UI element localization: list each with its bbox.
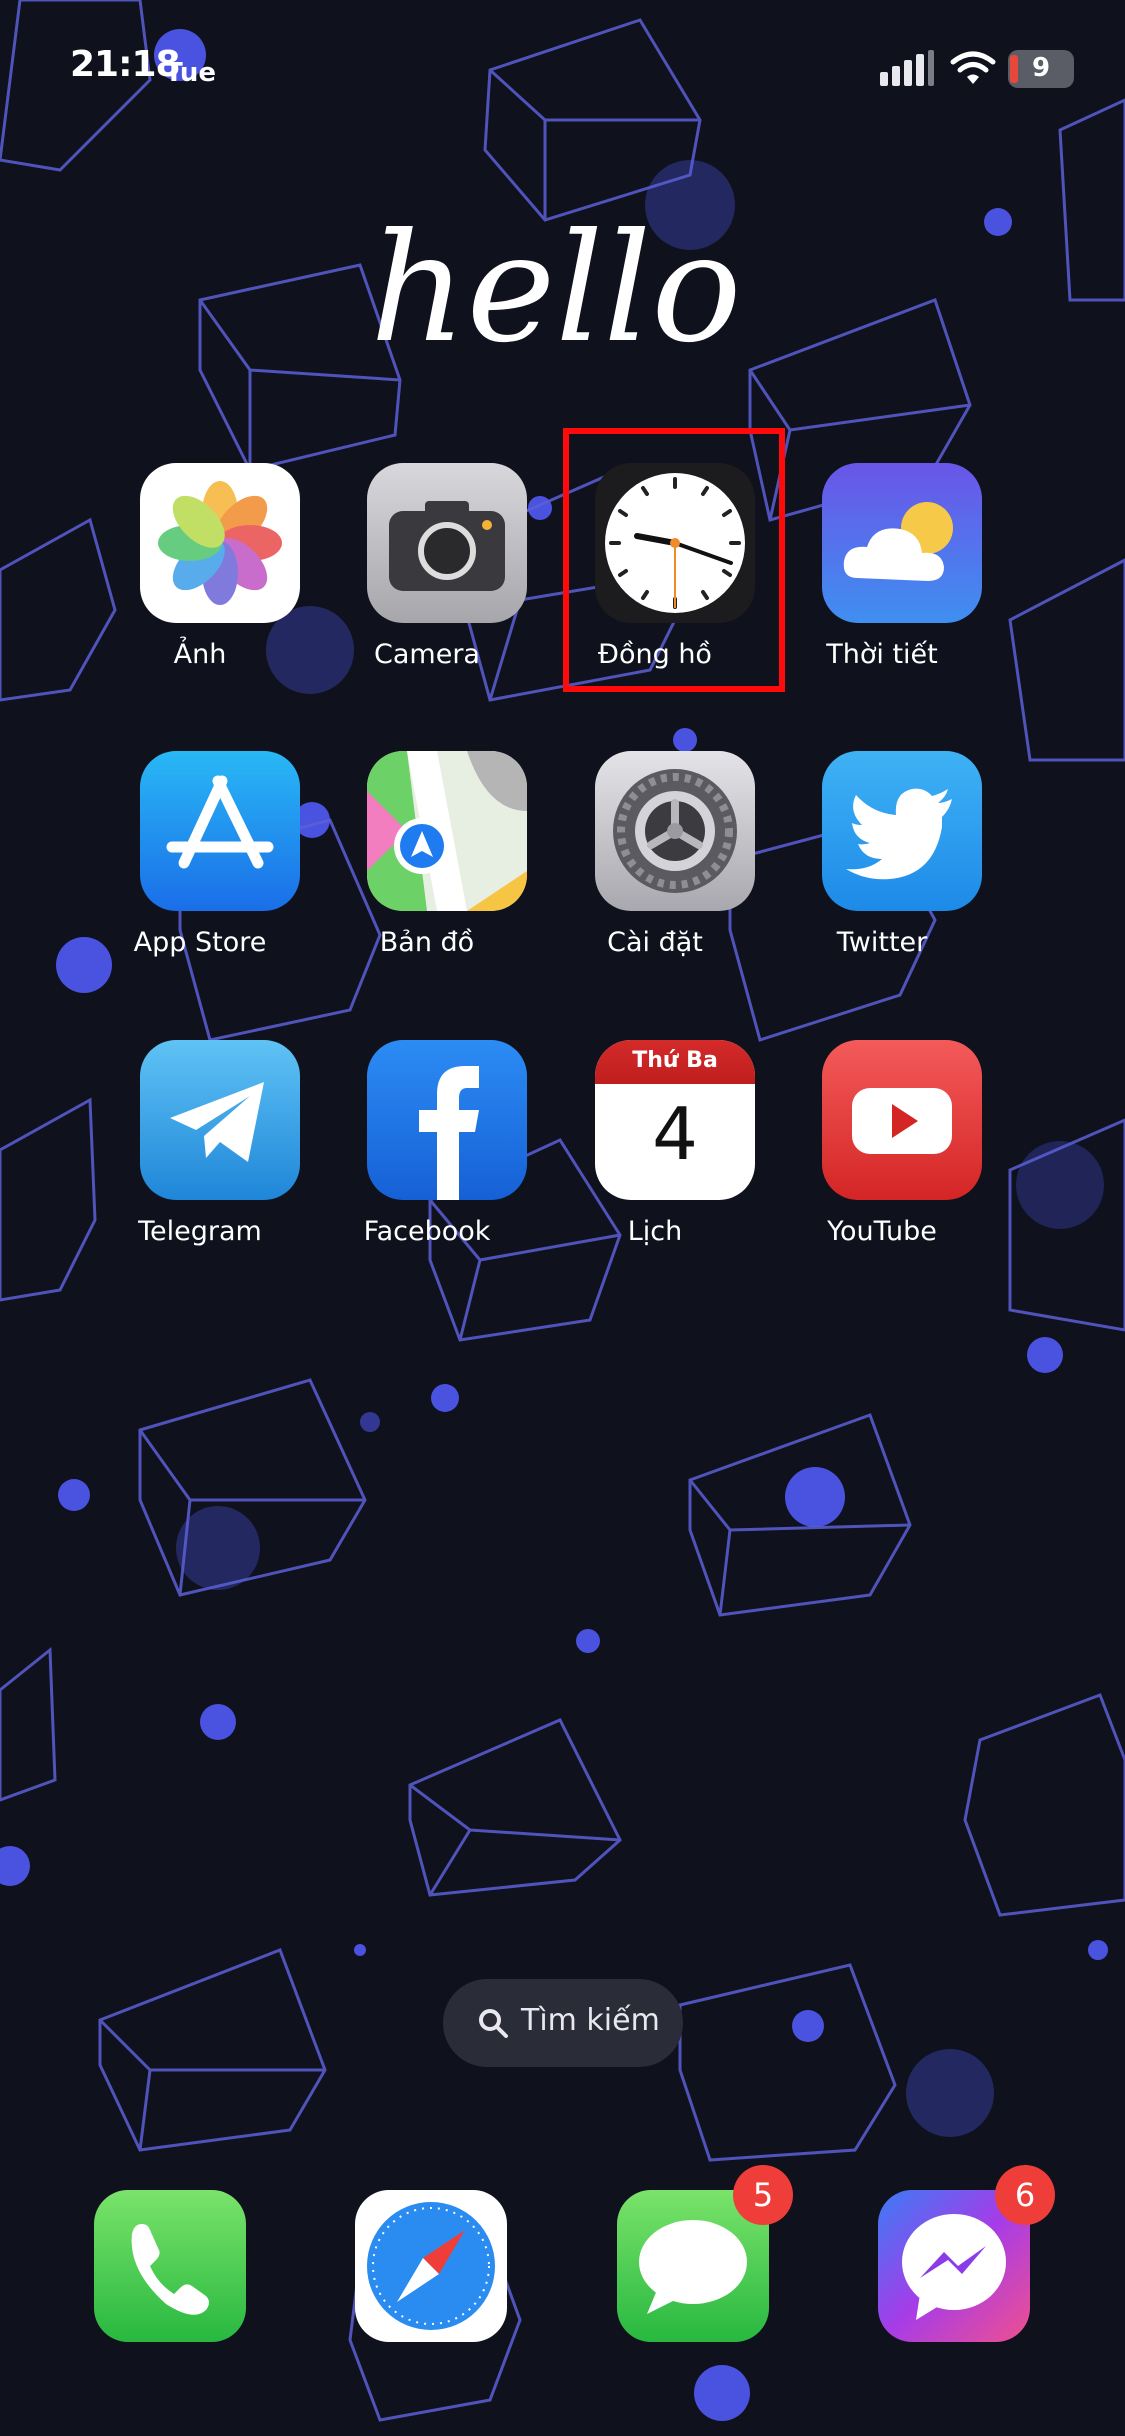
maps-icon (367, 751, 527, 911)
app-label: Bản đồ (379, 927, 475, 958)
status-bar: 21:18 Tue 9 (0, 0, 1125, 140)
highlight-box (563, 428, 785, 692)
dock-phone[interactable] (94, 2190, 246, 2342)
app-weather[interactable]: Thời tiết (772, 463, 992, 683)
app-label: Twitter (836, 927, 928, 958)
messenger-badge: 6 (995, 2165, 1055, 2225)
app-calendar[interactable]: Thứ Ba 4 Lịch (545, 1040, 765, 1260)
status-time: 21:18 (70, 44, 181, 85)
status-day: Tue (165, 58, 217, 88)
search-icon (479, 2009, 508, 2038)
youtube-icon (822, 1040, 982, 1200)
twitter-bird-icon (822, 751, 982, 911)
app-app-store[interactable]: App Store (90, 751, 310, 971)
camera-icon (367, 463, 527, 623)
app-label: Cài đặt (607, 927, 703, 958)
app-label: YouTube (827, 1216, 937, 1247)
photos-icon (140, 463, 300, 623)
calendar-weekday: Thứ Ba (632, 1048, 718, 1073)
search-label: Tìm kiếm (521, 2003, 660, 2038)
app-label: Telegram (138, 1216, 262, 1247)
messages-badge: 5 (733, 2165, 793, 2225)
signal-icon (880, 50, 934, 86)
weather-icon (822, 463, 982, 623)
app-label: Ảnh (173, 639, 227, 670)
app-settings[interactable]: Cài đặt (545, 751, 765, 971)
app-label: App Store (133, 927, 267, 958)
app-youtube[interactable]: YouTube (772, 1040, 992, 1260)
wifi-icon (950, 51, 996, 84)
hello-text: hello (370, 220, 742, 376)
app-camera[interactable]: Camera (317, 463, 537, 683)
app-label: Facebook (363, 1216, 491, 1247)
hello-wallpaper-text: hello (370, 220, 742, 376)
search-button[interactable]: Tìm kiếm (443, 1979, 683, 2067)
calendar-date: 4 (652, 1092, 698, 1176)
app-label: Thời tiết (826, 639, 938, 670)
app-label: Lịch (627, 1216, 683, 1247)
app-facebook[interactable]: Facebook (317, 1040, 537, 1260)
app-telegram[interactable]: Telegram (90, 1040, 310, 1260)
phone-icon (131, 2224, 209, 2315)
calendar-icon: Thứ Ba 4 (595, 1040, 755, 1200)
app-twitter[interactable]: Twitter (772, 751, 992, 971)
dock-safari[interactable] (355, 2190, 507, 2342)
app-store-icon (140, 751, 300, 911)
app-maps[interactable]: Bản đồ (317, 751, 537, 971)
safari-compass-icon (367, 2202, 495, 2330)
settings-gear-icon (595, 751, 755, 911)
app-label: Camera (374, 639, 480, 670)
battery-indicator: 9 (1008, 50, 1074, 88)
telegram-icon (140, 1040, 300, 1200)
battery-level: 9 (1031, 53, 1051, 83)
app-photos[interactable]: Ảnh (90, 463, 310, 683)
facebook-icon (367, 1040, 527, 1200)
